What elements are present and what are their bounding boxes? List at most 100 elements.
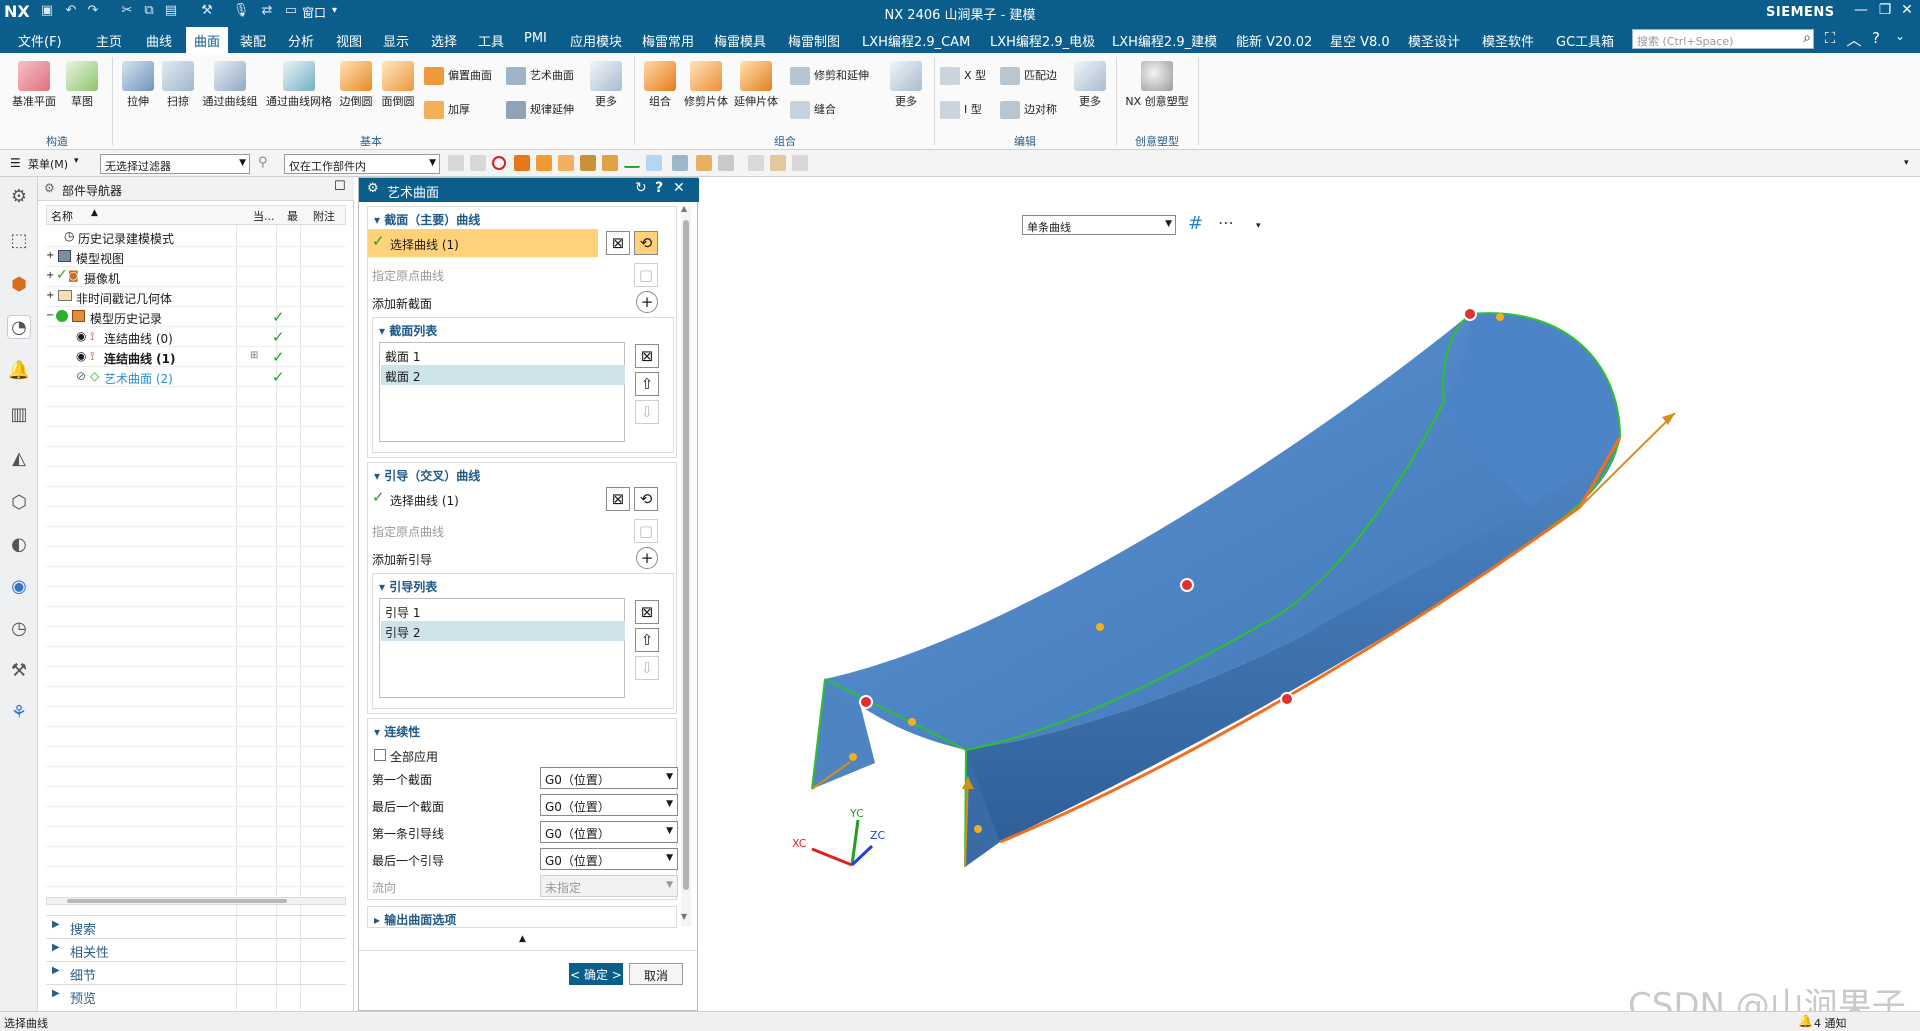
list-item[interactable]: 引导 1 bbox=[381, 601, 625, 621]
tab-meilei-drafting[interactable]: 梅雷制图 bbox=[788, 31, 840, 50]
edge-icon[interactable] bbox=[580, 155, 596, 171]
search-icon[interactable]: ⌕ bbox=[1803, 30, 1811, 46]
move-up-button[interactable]: ⇧ bbox=[635, 372, 659, 396]
horizontal-scrollbar[interactable] bbox=[46, 897, 346, 905]
more-options-icon[interactable]: ⌄ bbox=[1890, 29, 1910, 43]
trim-and-extend-button[interactable]: 修剪和延伸 bbox=[790, 67, 869, 85]
tab-applications[interactable]: 应用模块 bbox=[570, 31, 622, 50]
combine-more-button[interactable]: 更多 bbox=[886, 61, 926, 109]
match-edge-button[interactable]: 匹配边 bbox=[1000, 67, 1057, 85]
tab-meilei-common[interactable]: 梅雷常用 bbox=[642, 31, 694, 50]
section-dependencies[interactable]: ▶ 相关性 bbox=[46, 938, 346, 961]
expand-icon[interactable]: + bbox=[46, 270, 54, 281]
tab-mosheng-software[interactable]: 模圣软件 bbox=[1482, 31, 1534, 50]
sheet-body-icon[interactable] bbox=[536, 155, 552, 171]
snap-point-icon[interactable] bbox=[672, 155, 688, 171]
sew-button[interactable]: 缝合 bbox=[790, 101, 836, 119]
close-icon[interactable]: ✕ bbox=[673, 180, 685, 196]
guide-list[interactable]: 引导 1 引导 2 bbox=[379, 598, 625, 698]
expand-icon[interactable]: + bbox=[46, 250, 54, 261]
chevron-down-icon[interactable]: ▾ bbox=[74, 156, 79, 166]
tab-lxh-cam[interactable]: LXH编程2.9_CAM bbox=[862, 31, 970, 50]
thicken-button[interactable]: 加厚 bbox=[424, 101, 470, 119]
notification-count[interactable]: 4 通知 bbox=[1814, 1015, 1847, 1031]
tab-tools[interactable]: 工具 bbox=[478, 31, 504, 50]
basic-more-button[interactable]: 更多 bbox=[586, 61, 626, 109]
through-curve-mesh-button[interactable]: 通过曲线网格 bbox=[264, 61, 334, 109]
first-guide-select[interactable]: G0（位置） ▼ bbox=[540, 821, 678, 843]
tab-assembly[interactable]: 装配 bbox=[240, 31, 266, 50]
restore-icon[interactable]: ❐ bbox=[1874, 2, 1896, 18]
offset-surface-button[interactable]: 偏置曲面 bbox=[424, 67, 492, 85]
tab-select[interactable]: 选择 bbox=[431, 31, 457, 50]
tab-nengxin[interactable]: 能新 V20.02 bbox=[1236, 31, 1312, 50]
edge-symmetry-button[interactable]: 边对称 bbox=[1000, 101, 1057, 119]
settings-icon[interactable]: ⚙ bbox=[7, 185, 31, 209]
tab-gc-toolbox[interactable]: GC工具箱 bbox=[1556, 31, 1614, 50]
studio-surface-button[interactable]: 艺术曲面 bbox=[506, 67, 574, 85]
apply-all-checkbox[interactable] bbox=[374, 749, 386, 761]
tab-file[interactable]: 文件(F) bbox=[18, 31, 62, 50]
close-icon[interactable]: ✕ bbox=[1896, 2, 1918, 18]
eye-icon[interactable]: ◉ bbox=[76, 349, 86, 363]
command-search-input[interactable]: 搜索 (Ctrl+Space) ⌕ bbox=[1632, 29, 1814, 49]
datum-plane-button[interactable]: 基准平面 bbox=[10, 61, 58, 109]
role-icon[interactable]: ⚘ bbox=[7, 701, 31, 725]
x-form-button[interactable]: X 型 bbox=[940, 67, 986, 85]
web-browser-icon[interactable]: ⬡ bbox=[7, 491, 31, 515]
tools-icon[interactable]: ⚒ bbox=[7, 659, 31, 683]
curve-icon[interactable] bbox=[624, 158, 640, 168]
minimize-icon[interactable]: — bbox=[1850, 2, 1872, 18]
add-section-button[interactable]: + bbox=[636, 291, 658, 313]
column-latest[interactable]: 最 bbox=[287, 208, 298, 224]
select-feature-icon[interactable] bbox=[448, 155, 464, 171]
constraint-navigator-icon[interactable]: ◔ bbox=[7, 315, 31, 339]
snap-face-icon[interactable] bbox=[696, 155, 712, 171]
sweep-button[interactable]: 扫掠 bbox=[160, 61, 196, 109]
curve-rule-button[interactable]: ⟲ bbox=[634, 487, 658, 511]
tab-lxh-modeling[interactable]: LXH编程2.9_建模 bbox=[1112, 31, 1217, 50]
filter-icon[interactable]: ⚲ bbox=[258, 155, 268, 170]
tree-row[interactable]: ⊘ ◇ 艺术曲面 (2) ✓ bbox=[46, 367, 346, 387]
help-icon[interactable]: ? bbox=[1866, 29, 1886, 47]
solid-body-icon[interactable] bbox=[514, 155, 530, 171]
section-details[interactable]: ▶ 细节 bbox=[46, 961, 346, 984]
i-form-button[interactable]: I 型 bbox=[940, 101, 982, 119]
face-icon[interactable] bbox=[558, 155, 574, 171]
through-curves-button[interactable]: 通过曲线组 bbox=[198, 61, 262, 109]
scroll-up-icon[interactable]: ▲ bbox=[681, 204, 687, 213]
extend-sheet-button[interactable]: 延伸片体 bbox=[732, 61, 780, 109]
snap-mid-icon[interactable] bbox=[748, 155, 764, 171]
last-guide-select[interactable]: G0（位置） ▼ bbox=[540, 848, 678, 870]
gear-icon[interactable]: ⚙ bbox=[44, 181, 55, 195]
point-icon[interactable] bbox=[646, 155, 662, 171]
section-search[interactable]: ▶ 搜索 bbox=[46, 915, 346, 938]
sketch-button[interactable]: 草图 bbox=[60, 61, 104, 109]
column-notes[interactable]: 附注 bbox=[313, 208, 335, 224]
eye-icon[interactable]: ◉ bbox=[76, 329, 86, 343]
last-section-select[interactable]: G0（位置） ▼ bbox=[540, 794, 678, 816]
clear-selection-button[interactable]: ⊠ bbox=[606, 231, 630, 255]
face-blend-button[interactable]: 面倒圆 bbox=[378, 61, 418, 109]
type-filter-select[interactable]: 无选择过滤器 ▼ bbox=[100, 154, 250, 174]
tab-surface[interactable]: 曲面 bbox=[186, 27, 229, 53]
expand-up-icon[interactable]: ▲ bbox=[519, 934, 526, 944]
ok-button[interactable]: < 确定 > bbox=[569, 963, 623, 985]
column-current[interactable]: 当... bbox=[253, 208, 275, 224]
handle-point[interactable] bbox=[908, 718, 916, 726]
remove-section-button[interactable]: ⊠ bbox=[635, 344, 659, 368]
continuity-title[interactable]: ▾ 连续性 bbox=[374, 723, 420, 740]
collapse-icon[interactable]: − bbox=[46, 310, 54, 321]
edge-blend-button[interactable]: 边倒圆 bbox=[336, 61, 376, 109]
handle-point[interactable] bbox=[1463, 307, 1477, 321]
handle-point[interactable] bbox=[974, 825, 982, 833]
section-preview[interactable]: ▶ 预览 bbox=[46, 984, 346, 1007]
menu-icon[interactable]: ☰ bbox=[10, 156, 21, 170]
remove-guide-button[interactable]: ⊠ bbox=[635, 600, 659, 624]
assembly-navigator-icon[interactable]: ⬢ bbox=[7, 273, 31, 297]
tab-view[interactable]: 视图 bbox=[336, 31, 362, 50]
expand-icon[interactable]: + bbox=[46, 290, 54, 301]
help-icon[interactable]: ? bbox=[655, 180, 663, 196]
tab-curve[interactable]: 曲线 bbox=[146, 31, 172, 50]
part-navigator-icon[interactable]: ⬚ bbox=[7, 229, 31, 253]
